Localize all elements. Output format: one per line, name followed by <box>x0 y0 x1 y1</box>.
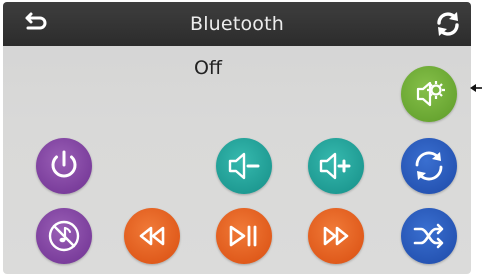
previous-button[interactable] <box>124 208 180 264</box>
repeat-button[interactable] <box>401 138 457 194</box>
bluetooth-status-text: Off <box>193 57 223 79</box>
back-arrow-icon <box>25 12 47 30</box>
device-photo: Bluetooth Off <box>0 0 482 277</box>
speaker-minus-icon <box>228 152 260 180</box>
play-pause-button[interactable] <box>216 208 272 264</box>
shuffle-icon <box>413 223 444 249</box>
refresh-icon <box>437 12 459 36</box>
back-button[interactable] <box>19 8 53 40</box>
rewind-icon <box>139 226 165 246</box>
mute-button[interactable] <box>36 208 92 264</box>
music-off-icon <box>48 220 80 252</box>
volume-up-button[interactable] <box>308 138 364 194</box>
play-pause-icon <box>229 225 257 247</box>
volume-down-button[interactable] <box>216 138 272 194</box>
header-bar: Bluetooth <box>3 2 471 46</box>
shuffle-button[interactable] <box>401 208 457 264</box>
refresh-button[interactable] <box>431 8 465 40</box>
fast-forward-icon <box>323 226 349 246</box>
power-button[interactable] <box>36 138 92 194</box>
device-screen: Bluetooth Off <box>3 2 471 274</box>
pointer-arrow-icon <box>470 84 482 92</box>
repeat-icon <box>415 151 443 181</box>
power-icon <box>51 150 77 178</box>
speaker-plus-icon <box>319 152 351 180</box>
speaker-gear-icon <box>416 81 445 107</box>
page-title: Bluetooth <box>189 13 285 35</box>
next-button[interactable] <box>308 208 364 264</box>
settings-button[interactable] <box>401 66 457 122</box>
